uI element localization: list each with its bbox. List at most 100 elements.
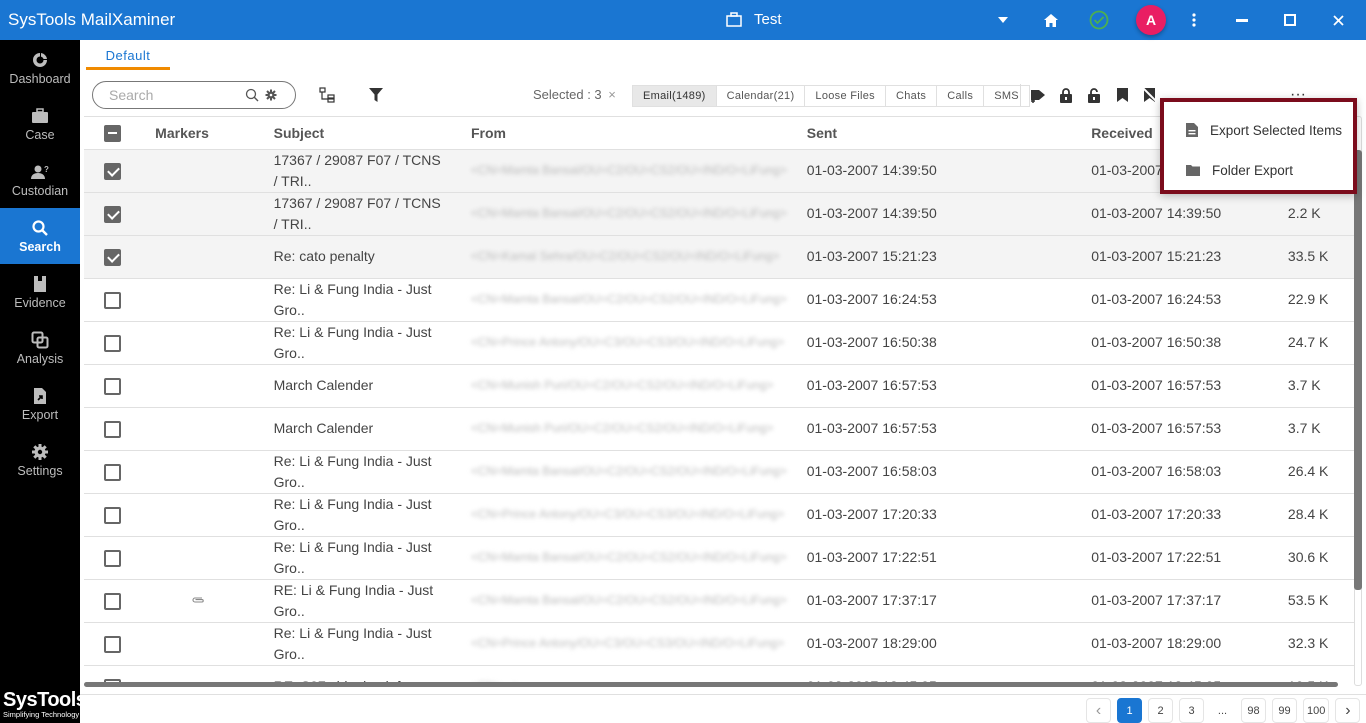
page-100[interactable]: 100 <box>1303 698 1330 723</box>
maximize-icon[interactable] <box>1280 0 1300 40</box>
table-row[interactable]: 17367 / 29087 F07 / TCNS / TRI.. <CN=Mamt… <box>84 192 1354 236</box>
case-dropdown-icon[interactable] <box>994 0 1012 40</box>
bookmark-icon[interactable] <box>1114 86 1130 104</box>
page-2[interactable]: 2 <box>1148 698 1173 723</box>
column-sent[interactable]: Sent <box>796 117 1092 150</box>
search-input[interactable] <box>109 87 239 103</box>
size-cell: 53.5 K <box>1287 579 1354 623</box>
column-subject[interactable]: Subject <box>273 117 471 150</box>
page-99[interactable]: 99 <box>1272 698 1297 723</box>
table-row[interactable]: Re: Li & Fung India - Just Gro.. <CN=Mamt… <box>84 450 1354 494</box>
tab-chats[interactable]: Chats <box>886 86 938 106</box>
custodian-icon: ? <box>31 165 49 179</box>
case-selector[interactable]: Test <box>726 11 782 28</box>
row-checkbox[interactable] <box>104 334 121 352</box>
subject-cell: Re: Li & Fung India - Just Gro.. <box>273 450 471 494</box>
vertical-scrollbar[interactable] <box>1354 150 1362 590</box>
sidebar-label: Case <box>25 127 55 142</box>
row-checkbox[interactable] <box>104 506 121 524</box>
table-row[interactable]: Re: Li & Fung India - Just Gro.. <CN=Mamt… <box>84 536 1354 580</box>
sidebar-label: Settings <box>17 463 63 478</box>
row-checkbox[interactable] <box>104 549 121 567</box>
horizontal-scrollbar[interactable] <box>84 682 1338 687</box>
row-checkbox[interactable] <box>104 463 121 481</box>
row-checkbox[interactable] <box>104 162 121 180</box>
page-98[interactable]: 98 <box>1241 698 1266 723</box>
tab-sms[interactable]: SMS <box>984 86 1029 106</box>
row-checkbox[interactable] <box>104 205 121 223</box>
sent-cell: 01-03-2007 17:37:17 <box>796 579 1092 623</box>
row-checkbox-cell <box>84 622 156 666</box>
tab-loose-files[interactable]: Loose Files <box>805 86 886 106</box>
subject-cell: Re: Li & Fung India - Just Gro.. <box>273 622 471 666</box>
next-page-button[interactable]: › <box>1335 698 1361 723</box>
search-icon <box>32 219 48 236</box>
sidebar-item-custodian[interactable]: ? Custodian <box>0 152 80 208</box>
add-tag-icon[interactable] <box>1030 86 1046 104</box>
sent-cell: 01-03-2007 15:21:23 <box>796 235 1092 279</box>
close-icon[interactable] <box>1328 0 1348 40</box>
sidebar-item-case[interactable]: Case <box>0 96 80 152</box>
from-cell: <CN=Mamta Bansal/OU=C2/OU=CS2/OU=IND/O=L… <box>470 579 797 623</box>
sidebar-item-analysis[interactable]: Analysis <box>0 320 80 376</box>
selected-count: Selected : 3 × <box>533 87 616 102</box>
table-row[interactable]: Re: cato penalty <CN=Kamal Sehra/OU=C2/OU… <box>84 235 1354 279</box>
clear-selection-icon[interactable]: × <box>608 87 616 102</box>
table-row[interactable]: RE: Li & Fung India - Just Gro.. <CN=Mamt… <box>84 579 1354 623</box>
more-vert-icon[interactable] <box>1186 0 1202 40</box>
page-3[interactable]: 3 <box>1179 698 1204 723</box>
search-icon[interactable] <box>245 88 259 102</box>
status-ok-icon[interactable] <box>1088 0 1110 40</box>
sidebar-item-search[interactable]: Search <box>0 208 80 264</box>
prev-page-button[interactable]: ‹ <box>1086 698 1111 723</box>
row-checkbox[interactable] <box>104 592 121 610</box>
tree-view-icon[interactable] <box>318 86 336 104</box>
from-cell: <CN=Prince Antony/OU=C3/OU=CS3/OU=IND/O=… <box>470 493 797 537</box>
sidebar-item-evidence[interactable]: Evidence <box>0 264 80 320</box>
tab-calendar[interactable]: Calendar(21) <box>717 86 806 106</box>
row-checkbox[interactable] <box>104 291 121 309</box>
minimize-icon[interactable] <box>1232 0 1252 40</box>
row-checkbox[interactable] <box>104 248 121 266</box>
row-checkbox[interactable] <box>104 377 121 395</box>
table-row[interactable]: March Calender <CN=Munish Puri/OU=C2/OU=C… <box>84 407 1354 451</box>
menu-export-selected-items[interactable]: Export Selected Items <box>1164 110 1353 150</box>
select-all-checkbox[interactable] <box>104 124 121 142</box>
sidebar-item-export[interactable]: Export <box>0 376 80 432</box>
table-row[interactable]: March Calender <CN=Munish Puri/OU=C2/OU=C… <box>84 364 1354 408</box>
row-checkbox-cell <box>84 149 156 193</box>
filter-icon[interactable] <box>367 86 385 104</box>
subject-cell: March Calender <box>273 364 471 408</box>
row-checkbox[interactable] <box>104 635 121 653</box>
column-from[interactable]: From <box>470 117 797 150</box>
menu-folder-export[interactable]: Folder Export <box>1164 150 1353 190</box>
search-settings-icon[interactable] <box>265 89 277 101</box>
row-checkbox-cell <box>84 192 156 236</box>
size-cell: 3.7 K <box>1287 407 1354 451</box>
remove-bookmark-icon[interactable] <box>1142 86 1158 104</box>
tab-calls[interactable]: Calls <box>937 86 985 106</box>
toolbar-divider <box>1020 84 1021 106</box>
table-row[interactable]: Re: Li & Fung India - Just Gro.. <CN=Prin… <box>84 493 1354 537</box>
sent-cell: 01-03-2007 14:39:50 <box>796 149 1092 193</box>
home-icon[interactable] <box>1040 0 1062 40</box>
subject-cell: 17367 / 29087 F07 / TCNS / TRI.. <box>273 192 471 236</box>
tab-default[interactable]: Default <box>86 44 170 70</box>
user-avatar[interactable]: A <box>1136 0 1166 40</box>
folder-icon <box>1186 164 1200 176</box>
unlock-icon[interactable] <box>1086 86 1102 104</box>
table-row[interactable]: Re: Li & Fung India - Just Gro.. <CN=Mamt… <box>84 278 1354 322</box>
row-checkbox[interactable] <box>104 420 121 438</box>
table-row[interactable]: Re: Li & Fung India - Just Gro.. <CN=Prin… <box>84 321 1354 365</box>
page-1[interactable]: 1 <box>1117 698 1142 723</box>
row-checkbox-cell <box>84 321 156 365</box>
sidebar-item-settings[interactable]: Settings <box>0 432 80 488</box>
column-markers[interactable]: Markers <box>155 117 274 150</box>
sidebar-item-dashboard[interactable]: Dashboard <box>0 40 80 96</box>
lock-icon[interactable] <box>1058 86 1074 104</box>
tab-email[interactable]: Email(1489) <box>633 86 717 106</box>
title-bar: SysTools MailXaminer Test A <box>0 0 1366 40</box>
table-row[interactable]: Re: Li & Fung India - Just Gro.. <CN=Prin… <box>84 622 1354 666</box>
briefcase-icon <box>726 12 742 27</box>
from-cell: <CN=Mamta Bansal/OU=C2/OU=CS2/OU=IND/O=L… <box>470 450 797 494</box>
